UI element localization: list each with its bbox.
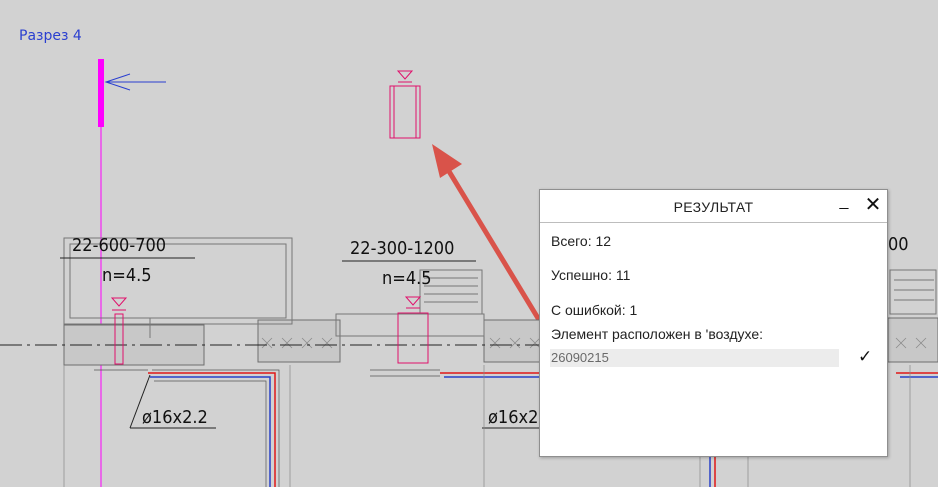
diffuser-2 (397, 296, 429, 364)
check-icon[interactable]: ✓ (858, 347, 872, 367)
section-label: Разрез 4 (19, 28, 82, 44)
dialog-header[interactable]: РЕЗУЛЬТАТ _ ✕ (540, 190, 887, 223)
minimize-button[interactable]: _ (833, 190, 855, 214)
close-button[interactable]: ✕ (862, 192, 884, 216)
floating-diffuser (389, 70, 421, 139)
duct-2-n: n=4.5 (382, 268, 432, 289)
duct-1-size: 22-600-700 (72, 235, 166, 256)
duct-3-size-partial: 00 (888, 234, 909, 255)
section-marker (98, 59, 104, 127)
success-count: Успешно: 11 (551, 267, 631, 283)
duct-2-size: 22-300-1200 (350, 238, 454, 259)
view-direction-arrow (104, 73, 166, 91)
element-id-item[interactable]: 26090215 (550, 349, 839, 367)
pipe-2-label: ø16x2 (488, 407, 538, 428)
error-message: Элемент расположен в 'воздухе: (551, 326, 764, 342)
duct-1-n: n=4.5 (102, 265, 152, 286)
pipe-1-label: ø16x2.2 (142, 407, 208, 428)
result-dialog: РЕЗУЛЬТАТ _ ✕ Всего: 12 Успешно: 11 С ош… (539, 189, 888, 457)
total-count: Всего: 12 (551, 233, 612, 249)
error-count: С ошибкой: 1 (551, 302, 638, 318)
